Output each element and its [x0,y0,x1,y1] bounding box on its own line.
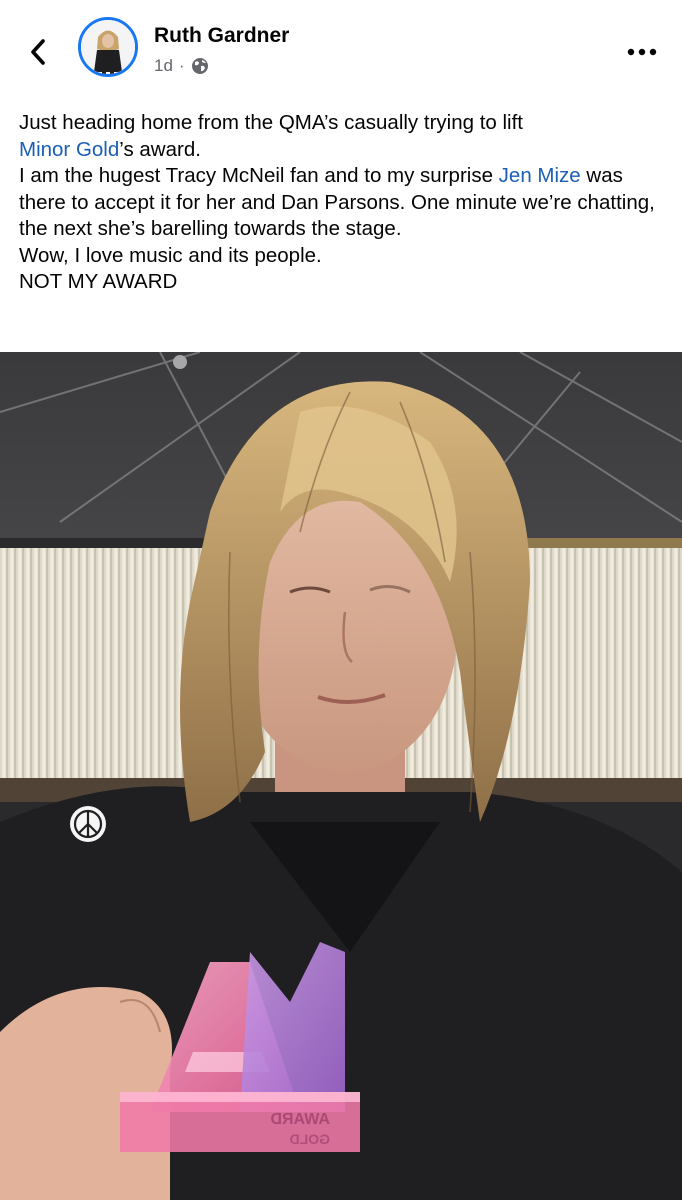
back-button[interactable] [20,32,56,72]
post-line-2-text: ’s award. [119,137,201,161]
mention-jen-mize[interactable]: Jen Mize [499,164,581,187]
ellipsis-icon [627,48,657,56]
meta-separator: · [178,56,185,75]
author-name[interactable]: Ruth Gardner [154,24,289,48]
post-line-1: Just heading home from the QMA’s casuall… [19,111,523,134]
post-line: Just heading home from the QMA’s casuall… [19,110,669,137]
post-line-4: Wow, I love music and its people. [19,243,322,267]
more-options-button[interactable] [624,38,660,66]
trophy-text-2: GOLD [290,1131,330,1147]
avatar-photo [81,20,135,74]
globe-icon[interactable] [191,57,209,75]
post-photo[interactable]: AWARD GOLD [0,352,682,1200]
post-line-3-start: I am the hugest Tracy McNeil fan and to … [19,164,499,187]
chevron-left-icon [31,39,45,65]
post-text: Just heading home from the QMA’s casuall… [19,110,669,296]
avatar[interactable] [78,17,138,77]
post-meta: 1d · [154,56,209,76]
post-line: Wow, I love music and its people. [19,243,669,270]
selfie-with-award-image: AWARD GOLD [0,352,682,1200]
post-line: NOT MY AWARD [19,269,669,296]
post-line-5: NOT MY AWARD [19,270,178,293]
post-line: I am the hugest Tracy McNeil fan and to … [19,163,669,243]
post-line: Minor Gold’s award. [19,137,669,164]
mention-minor-gold[interactable]: Minor Gold [19,138,119,161]
post-timestamp[interactable]: 1d [154,56,173,76]
trophy-text-1: AWARD [270,1111,330,1128]
post-header: Ruth Gardner 1d · [0,0,682,96]
